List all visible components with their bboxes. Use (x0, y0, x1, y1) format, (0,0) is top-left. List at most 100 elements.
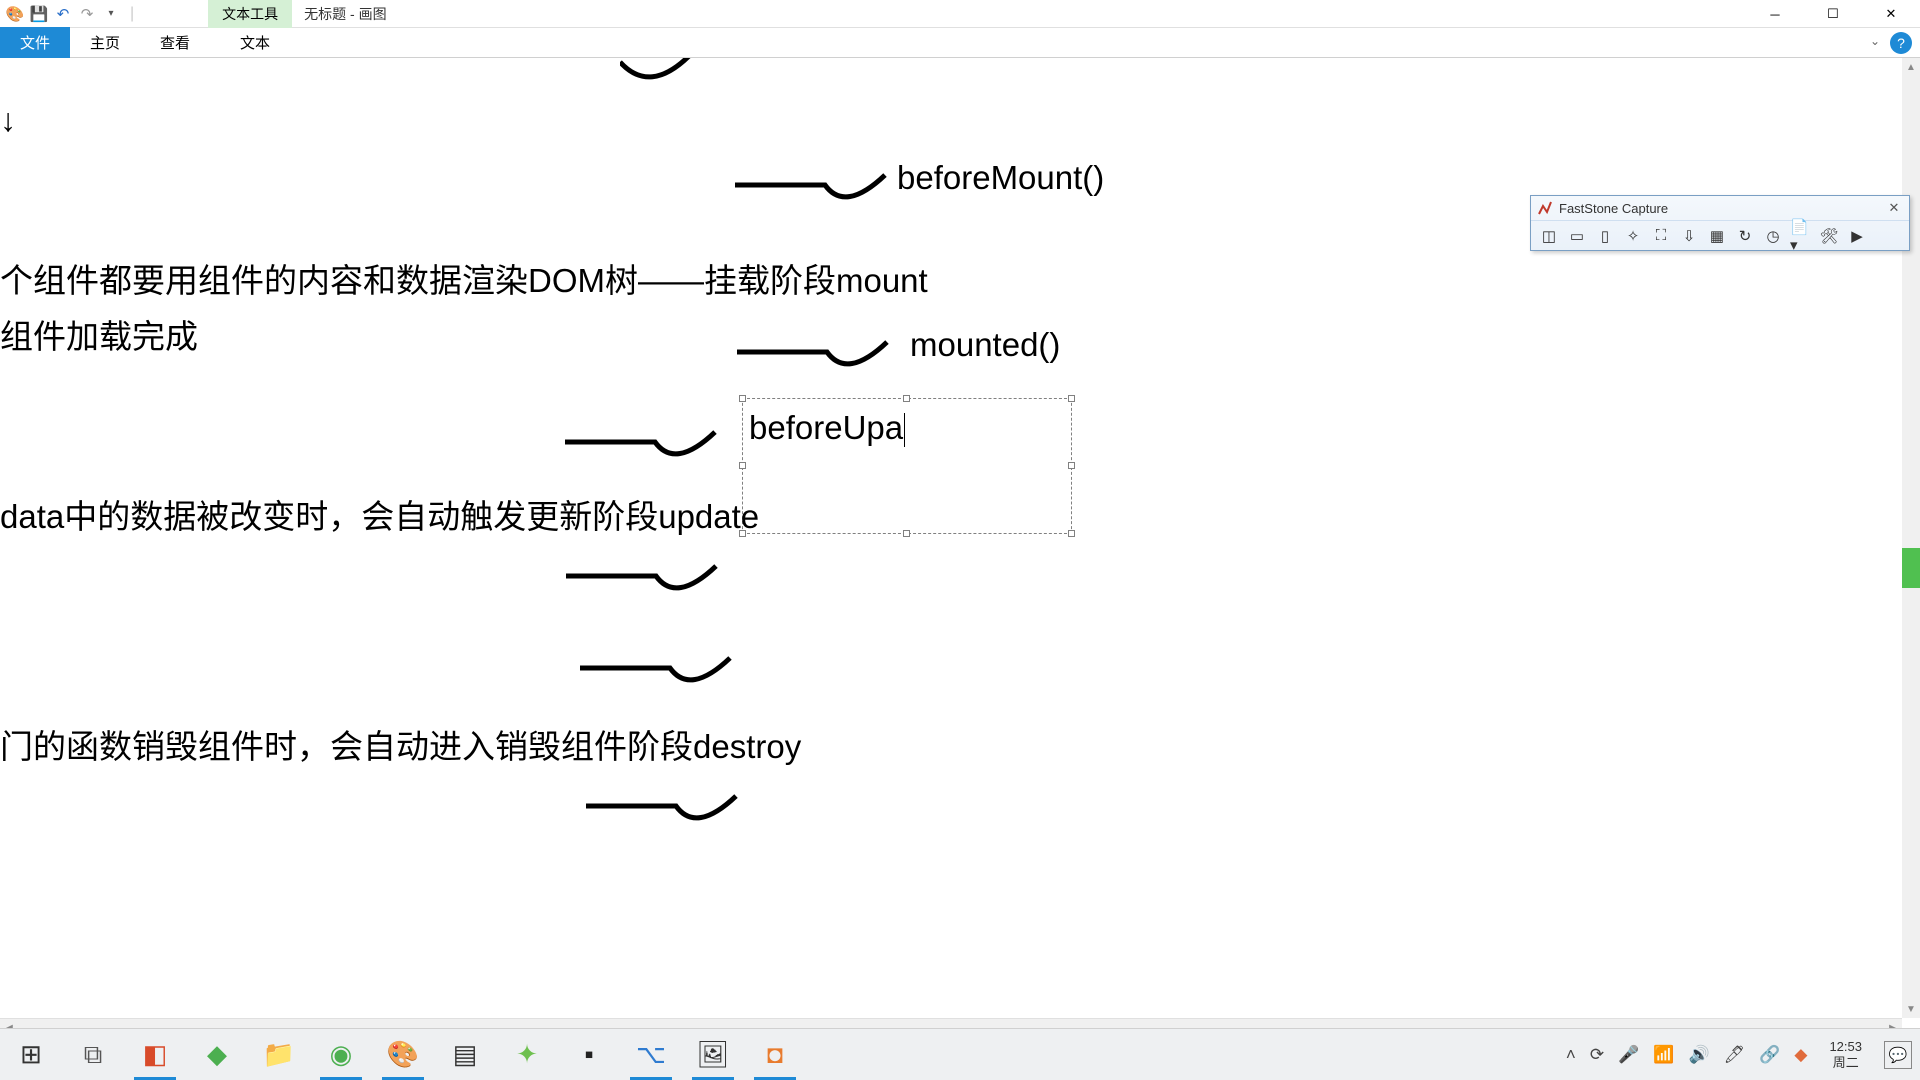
capture-rectangle-icon[interactable]: ▯ (1593, 224, 1617, 248)
faststone-panel[interactable]: FastStone Capture ✕ ◫ ▭ ▯ ✧ ⛶ ⇩ ▦ ↻ ◷ 📄▾… (1530, 195, 1910, 251)
hook-shape (586, 794, 746, 826)
ribbon-tab-view[interactable]: 查看 (140, 27, 210, 58)
settings-icon[interactable]: 🛠 (1817, 224, 1841, 248)
editing-text[interactable]: beforeUpa (749, 409, 905, 447)
taskbar-clock[interactable]: 12:53 周二 (1821, 1039, 1870, 1070)
wechat-icon: ✦ (516, 1039, 538, 1070)
capture-fullscreen-icon[interactable]: ⛶ (1649, 224, 1673, 248)
tray-expand-icon[interactable]: ˄ (1566, 1045, 1576, 1065)
taskbar-item-file-explorer[interactable]: 📁 (248, 1029, 310, 1080)
faststone-app-icon (1537, 200, 1553, 216)
notifications-icon[interactable]: 💬 (1884, 1041, 1912, 1069)
capture-window-object-icon[interactable]: ▭ (1565, 224, 1589, 248)
taskbar-item-chrome[interactable]: ◉ (310, 1029, 372, 1080)
hook-shape (565, 430, 725, 462)
maximize-button[interactable]: ☐ (1804, 0, 1862, 28)
faststone-titlebar[interactable]: FastStone Capture ✕ (1531, 196, 1909, 220)
tray-mic-icon[interactable]: 🎤 (1618, 1045, 1639, 1065)
app-green-icon: ◆ (207, 1039, 227, 1070)
redo-icon[interactable]: ↷ (78, 5, 96, 23)
quick-access: 🎨 💾 ↶ ↷ ▾ | (0, 5, 138, 23)
windows-taskbar: ⊞ ⧉ ◧ ◆ 📁 ◉ 🎨 ▤ ✦ ▪ ⌥ 🖼 ◘ ˄ ⟳ 🎤 📶 🔊 🖊 🔗 ◆ 12:53 周二 💬 (0, 1028, 1920, 1080)
window-controls: ─ ☐ ✕ (1746, 0, 1920, 28)
document-title: 无标题 - 画图 (304, 4, 386, 24)
ribbon-tab-file[interactable]: 文件 (0, 27, 70, 58)
file-explorer-icon: 📁 (263, 1039, 295, 1070)
taskbar-item-task-view[interactable]: ⧉ (62, 1029, 124, 1080)
clock-date: 周二 (1829, 1055, 1862, 1071)
resize-handle-w[interactable] (739, 462, 746, 469)
scroll-down-icon[interactable]: ▼ (1902, 1000, 1920, 1018)
capture-fixed-region-icon[interactable]: ▦ (1705, 224, 1729, 248)
canvas-text-update-line: data中的数据被改变时，会自动触发更新阶段update (0, 490, 759, 538)
scroll-up-icon[interactable]: ▲ (1902, 58, 1920, 76)
taskbar-item-cmd[interactable]: ▪ (558, 1029, 620, 1080)
canvas-text-mounted-done: 组件加载完成 (0, 310, 198, 358)
customize-qat-icon[interactable]: ▾ (102, 5, 120, 23)
hook-shape (620, 58, 720, 82)
capture-repeat-icon[interactable]: ↻ (1733, 224, 1757, 248)
taskbar-item-terminal-dark[interactable]: ▤ (434, 1029, 496, 1080)
system-tray: ˄ ⟳ 🎤 📶 🔊 🖊 🔗 ◆ 12:53 周二 💬 (1566, 1029, 1920, 1080)
hook-shape (735, 173, 895, 205)
faststone-close-icon[interactable]: ✕ (1885, 199, 1903, 217)
tray-wifi-icon[interactable]: 📶 (1653, 1045, 1674, 1065)
tray-link-icon[interactable]: 🔗 (1759, 1045, 1780, 1065)
taskbar-item-paint[interactable]: 🎨 (372, 1029, 434, 1080)
text-caret (904, 413, 905, 447)
chrome-icon: ◉ (330, 1039, 353, 1070)
paint-app-icon: 🎨 (6, 5, 24, 23)
ribbon-tab-text[interactable]: 文本 (220, 27, 290, 58)
canvas-text-beforemount: beforeMount() (897, 159, 1104, 197)
help-icon[interactable]: ? (1890, 32, 1912, 54)
tray-sync-icon[interactable]: ⟳ (1590, 1045, 1604, 1065)
output-destination-icon[interactable]: 📄▾ (1789, 224, 1813, 248)
resize-handle-n[interactable] (903, 395, 910, 402)
xampp-icon: ◘ (767, 1039, 783, 1070)
vscode-icon: ⌥ (636, 1039, 666, 1070)
capture-active-window-icon[interactable]: ◫ (1537, 224, 1561, 248)
tray-ime-icon[interactable]: 🖊 (1724, 1045, 1746, 1065)
resize-handle-se[interactable] (1068, 530, 1075, 537)
contextual-tool-label: 文本工具 (208, 0, 292, 28)
undo-icon[interactable]: ↶ (54, 5, 72, 23)
capture-freehand-icon[interactable]: ✧ (1621, 224, 1645, 248)
resize-handle-ne[interactable] (1068, 395, 1075, 402)
taskbar-item-wechat[interactable]: ✦ (496, 1029, 558, 1080)
taskbar-item-images[interactable]: 🖼 (682, 1029, 744, 1080)
cmd-icon: ▪ (584, 1039, 593, 1070)
start-icon: ⊞ (20, 1039, 42, 1070)
text-selection-box[interactable]: beforeUpa (742, 398, 1072, 534)
tray-volume-icon[interactable]: 🔊 (1688, 1045, 1709, 1065)
hook-shape (737, 340, 897, 372)
canvas-text-destroy-line: 门的函数销毁组件时，会自动进入销毁组件阶段destroy (0, 720, 801, 768)
ribbon-tab-home[interactable]: 主页 (70, 27, 140, 58)
resize-handle-e[interactable] (1068, 462, 1075, 469)
ribbon-tabs: 文件 主页 查看 文本 ⌄ ? (0, 28, 1920, 58)
resize-handle-s[interactable] (903, 530, 910, 537)
terminal-dark-icon: ▤ (453, 1039, 478, 1070)
faststone-toolbar: ◫ ▭ ▯ ✧ ⛶ ⇩ ▦ ↻ ◷ 📄▾ 🛠 ▶ (1531, 220, 1909, 250)
arrow-down-glyph: ↓ (0, 102, 16, 139)
ribbon-collapse-icon[interactable]: ⌄ (1870, 34, 1880, 48)
hook-shape (566, 564, 726, 596)
minimize-button[interactable]: ─ (1746, 0, 1804, 28)
images-icon: 🖼 (696, 1039, 729, 1070)
capture-scrolling-icon[interactable]: ⇩ (1677, 224, 1701, 248)
task-view-icon: ⧉ (84, 1039, 103, 1071)
scroll-marker (1902, 548, 1920, 588)
close-button[interactable]: ✕ (1862, 0, 1920, 28)
taskbar-item-vscode[interactable]: ⌥ (620, 1029, 682, 1080)
taskbar-item-xampp[interactable]: ◘ (744, 1029, 806, 1080)
resize-handle-nw[interactable] (739, 395, 746, 402)
taskbar-item-app-green[interactable]: ◆ (186, 1029, 248, 1080)
tray-app-icon[interactable]: ◆ (1794, 1045, 1807, 1065)
faststone-title-text: FastStone Capture (1559, 201, 1668, 216)
taskbar-apps: ⊞ ⧉ ◧ ◆ 📁 ◉ 🎨 ▤ ✦ ▪ ⌥ 🖼 ◘ (0, 1029, 806, 1080)
screen-recorder-icon[interactable]: ▶ (1845, 224, 1869, 248)
capture-delay-icon[interactable]: ◷ (1761, 224, 1785, 248)
save-icon[interactable]: 💾 (30, 5, 48, 23)
taskbar-item-start[interactable]: ⊞ (0, 1029, 62, 1080)
taskbar-item-app-red[interactable]: ◧ (124, 1029, 186, 1080)
clock-time: 12:53 (1829, 1039, 1862, 1055)
